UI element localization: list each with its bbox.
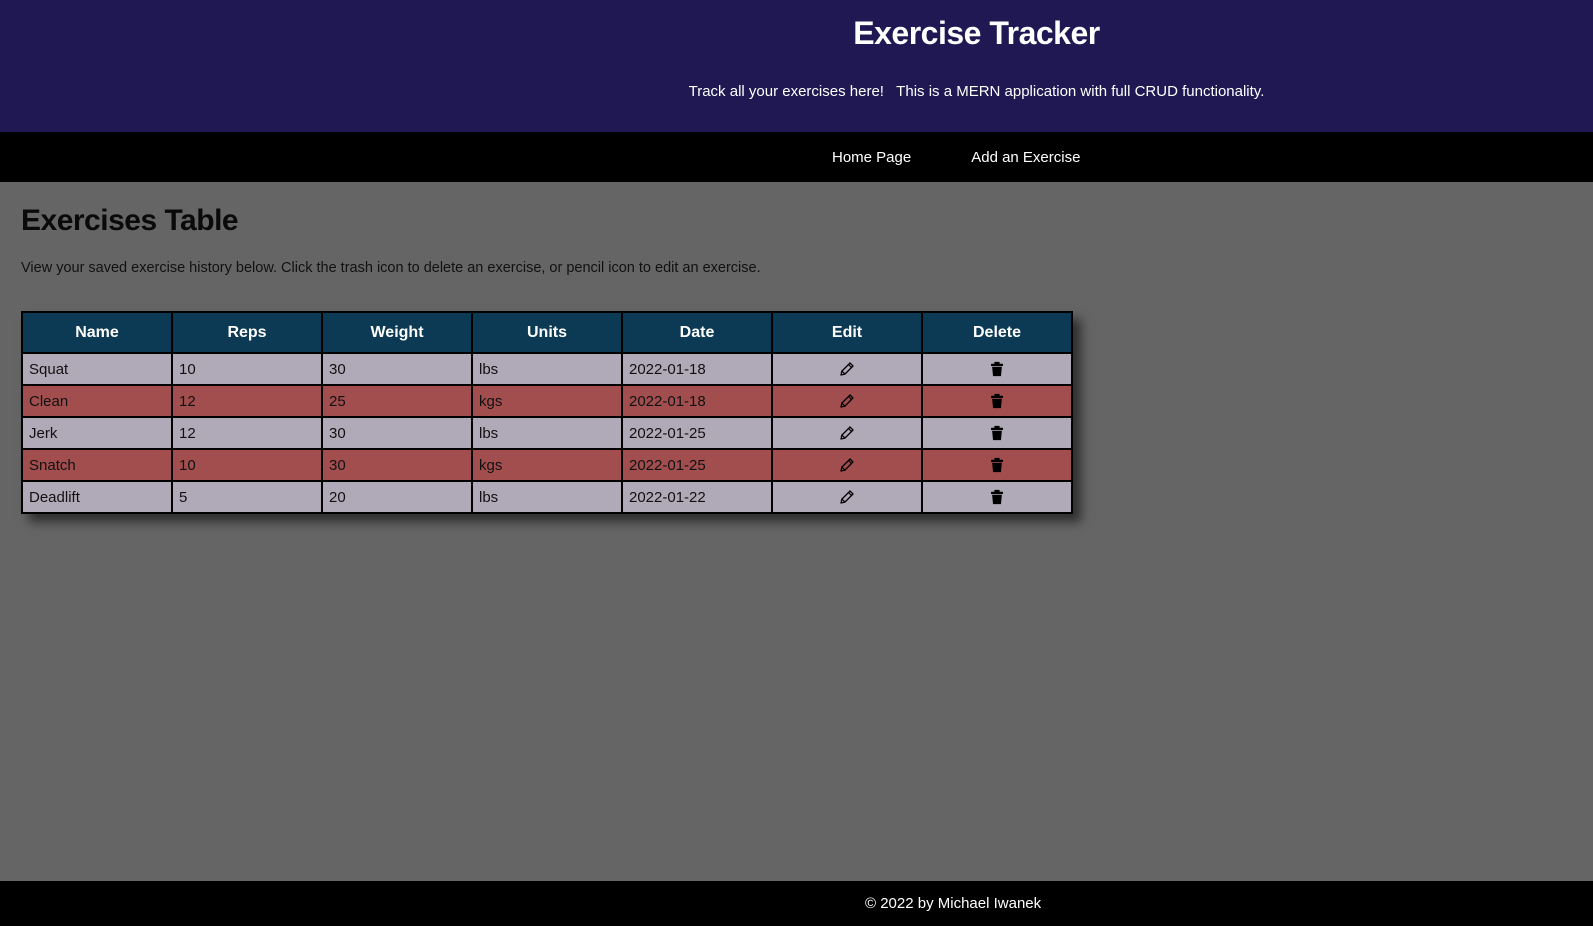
cell-delete bbox=[921, 416, 1073, 450]
pencil-icon[interactable] bbox=[838, 488, 856, 506]
column-header-delete: Delete bbox=[921, 311, 1073, 354]
cell-name: Clean bbox=[21, 384, 173, 418]
cell-reps: 5 bbox=[171, 480, 323, 514]
cell-name: Jerk bbox=[21, 416, 173, 450]
cell-name: Deadlift bbox=[21, 480, 173, 514]
cell-edit bbox=[771, 416, 923, 450]
cell-date: 2022-01-25 bbox=[621, 448, 773, 482]
app-title: Exercise Tracker bbox=[853, 15, 1100, 51]
nav-home-page-link[interactable]: Home Page bbox=[832, 149, 911, 166]
column-header-units: Units bbox=[471, 311, 623, 354]
cell-weight: 30 bbox=[321, 448, 473, 482]
app-tagline: Track all your exercises here! This is a… bbox=[688, 83, 1265, 100]
cell-weight: 30 bbox=[321, 416, 473, 450]
nav-add-exercise-link[interactable]: Add an Exercise bbox=[971, 149, 1080, 166]
main-content: Exercises Table View your saved exercise… bbox=[0, 182, 1593, 514]
cell-date: 2022-01-18 bbox=[621, 352, 773, 386]
table-row: Deadlift 5 20 lbs 2022-01-22 bbox=[21, 480, 1073, 514]
column-header-edit: Edit bbox=[771, 311, 923, 354]
cell-date: 2022-01-22 bbox=[621, 480, 773, 514]
cell-delete bbox=[921, 448, 1073, 482]
pencil-icon[interactable] bbox=[838, 424, 856, 442]
column-header-date: Date bbox=[621, 311, 773, 354]
cell-name: Squat bbox=[21, 352, 173, 386]
cell-delete bbox=[921, 352, 1073, 386]
cell-edit bbox=[771, 352, 923, 386]
page: Exercise Tracker Track all your exercise… bbox=[0, 0, 1593, 926]
cell-units: lbs bbox=[471, 352, 623, 386]
trash-icon[interactable] bbox=[988, 360, 1006, 378]
cell-delete bbox=[921, 384, 1073, 418]
page-intro: View your saved exercise history below. … bbox=[21, 260, 761, 276]
table-header: Name Reps Weight Units Date Edit Delete bbox=[21, 311, 1073, 354]
cell-reps: 10 bbox=[171, 448, 323, 482]
cell-weight: 30 bbox=[321, 352, 473, 386]
cell-reps: 12 bbox=[171, 416, 323, 450]
pencil-icon[interactable] bbox=[838, 456, 856, 474]
trash-icon[interactable] bbox=[988, 424, 1006, 442]
cell-edit bbox=[771, 480, 923, 514]
pencil-icon[interactable] bbox=[838, 392, 856, 410]
table-row: Clean 12 25 kgs 2022-01-18 bbox=[21, 384, 1073, 418]
trash-icon[interactable] bbox=[988, 456, 1006, 474]
cell-edit bbox=[771, 384, 923, 418]
main-nav: Home Page Add an Exercise bbox=[0, 132, 1593, 182]
column-header-name: Name bbox=[21, 311, 173, 354]
copyright-text: © 2022 by Michael Iwanek bbox=[865, 895, 1042, 912]
column-header-weight: Weight bbox=[321, 311, 473, 354]
exercises-table: Name Reps Weight Units Date Edit Delete … bbox=[21, 311, 1073, 514]
cell-reps: 10 bbox=[171, 352, 323, 386]
site-header: Exercise Tracker Track all your exercise… bbox=[0, 0, 1593, 132]
pencil-icon[interactable] bbox=[838, 360, 856, 378]
cell-delete bbox=[921, 480, 1073, 514]
cell-weight: 20 bbox=[321, 480, 473, 514]
trash-icon[interactable] bbox=[988, 488, 1006, 506]
cell-units: lbs bbox=[471, 416, 623, 450]
table-row: Jerk 12 30 lbs 2022-01-25 bbox=[21, 416, 1073, 450]
cell-units: lbs bbox=[471, 480, 623, 514]
cell-weight: 25 bbox=[321, 384, 473, 418]
table-row: Snatch 10 30 kgs 2022-01-25 bbox=[21, 448, 1073, 482]
cell-name: Snatch bbox=[21, 448, 173, 482]
table-header-row: Name Reps Weight Units Date Edit Delete bbox=[21, 311, 1073, 354]
cell-units: kgs bbox=[471, 384, 623, 418]
page-title: Exercises Table bbox=[21, 204, 239, 237]
cell-edit bbox=[771, 448, 923, 482]
cell-date: 2022-01-25 bbox=[621, 416, 773, 450]
cell-date: 2022-01-18 bbox=[621, 384, 773, 418]
trash-icon[interactable] bbox=[988, 392, 1006, 410]
table-row: Squat 10 30 lbs 2022-01-18 bbox=[21, 352, 1073, 386]
cell-units: kgs bbox=[471, 448, 623, 482]
cell-reps: 12 bbox=[171, 384, 323, 418]
site-footer: © 2022 by Michael Iwanek bbox=[0, 881, 1593, 926]
table-body: Squat 10 30 lbs 2022-01-18 Clean 12 25 k… bbox=[21, 352, 1073, 514]
column-header-reps: Reps bbox=[171, 311, 323, 354]
